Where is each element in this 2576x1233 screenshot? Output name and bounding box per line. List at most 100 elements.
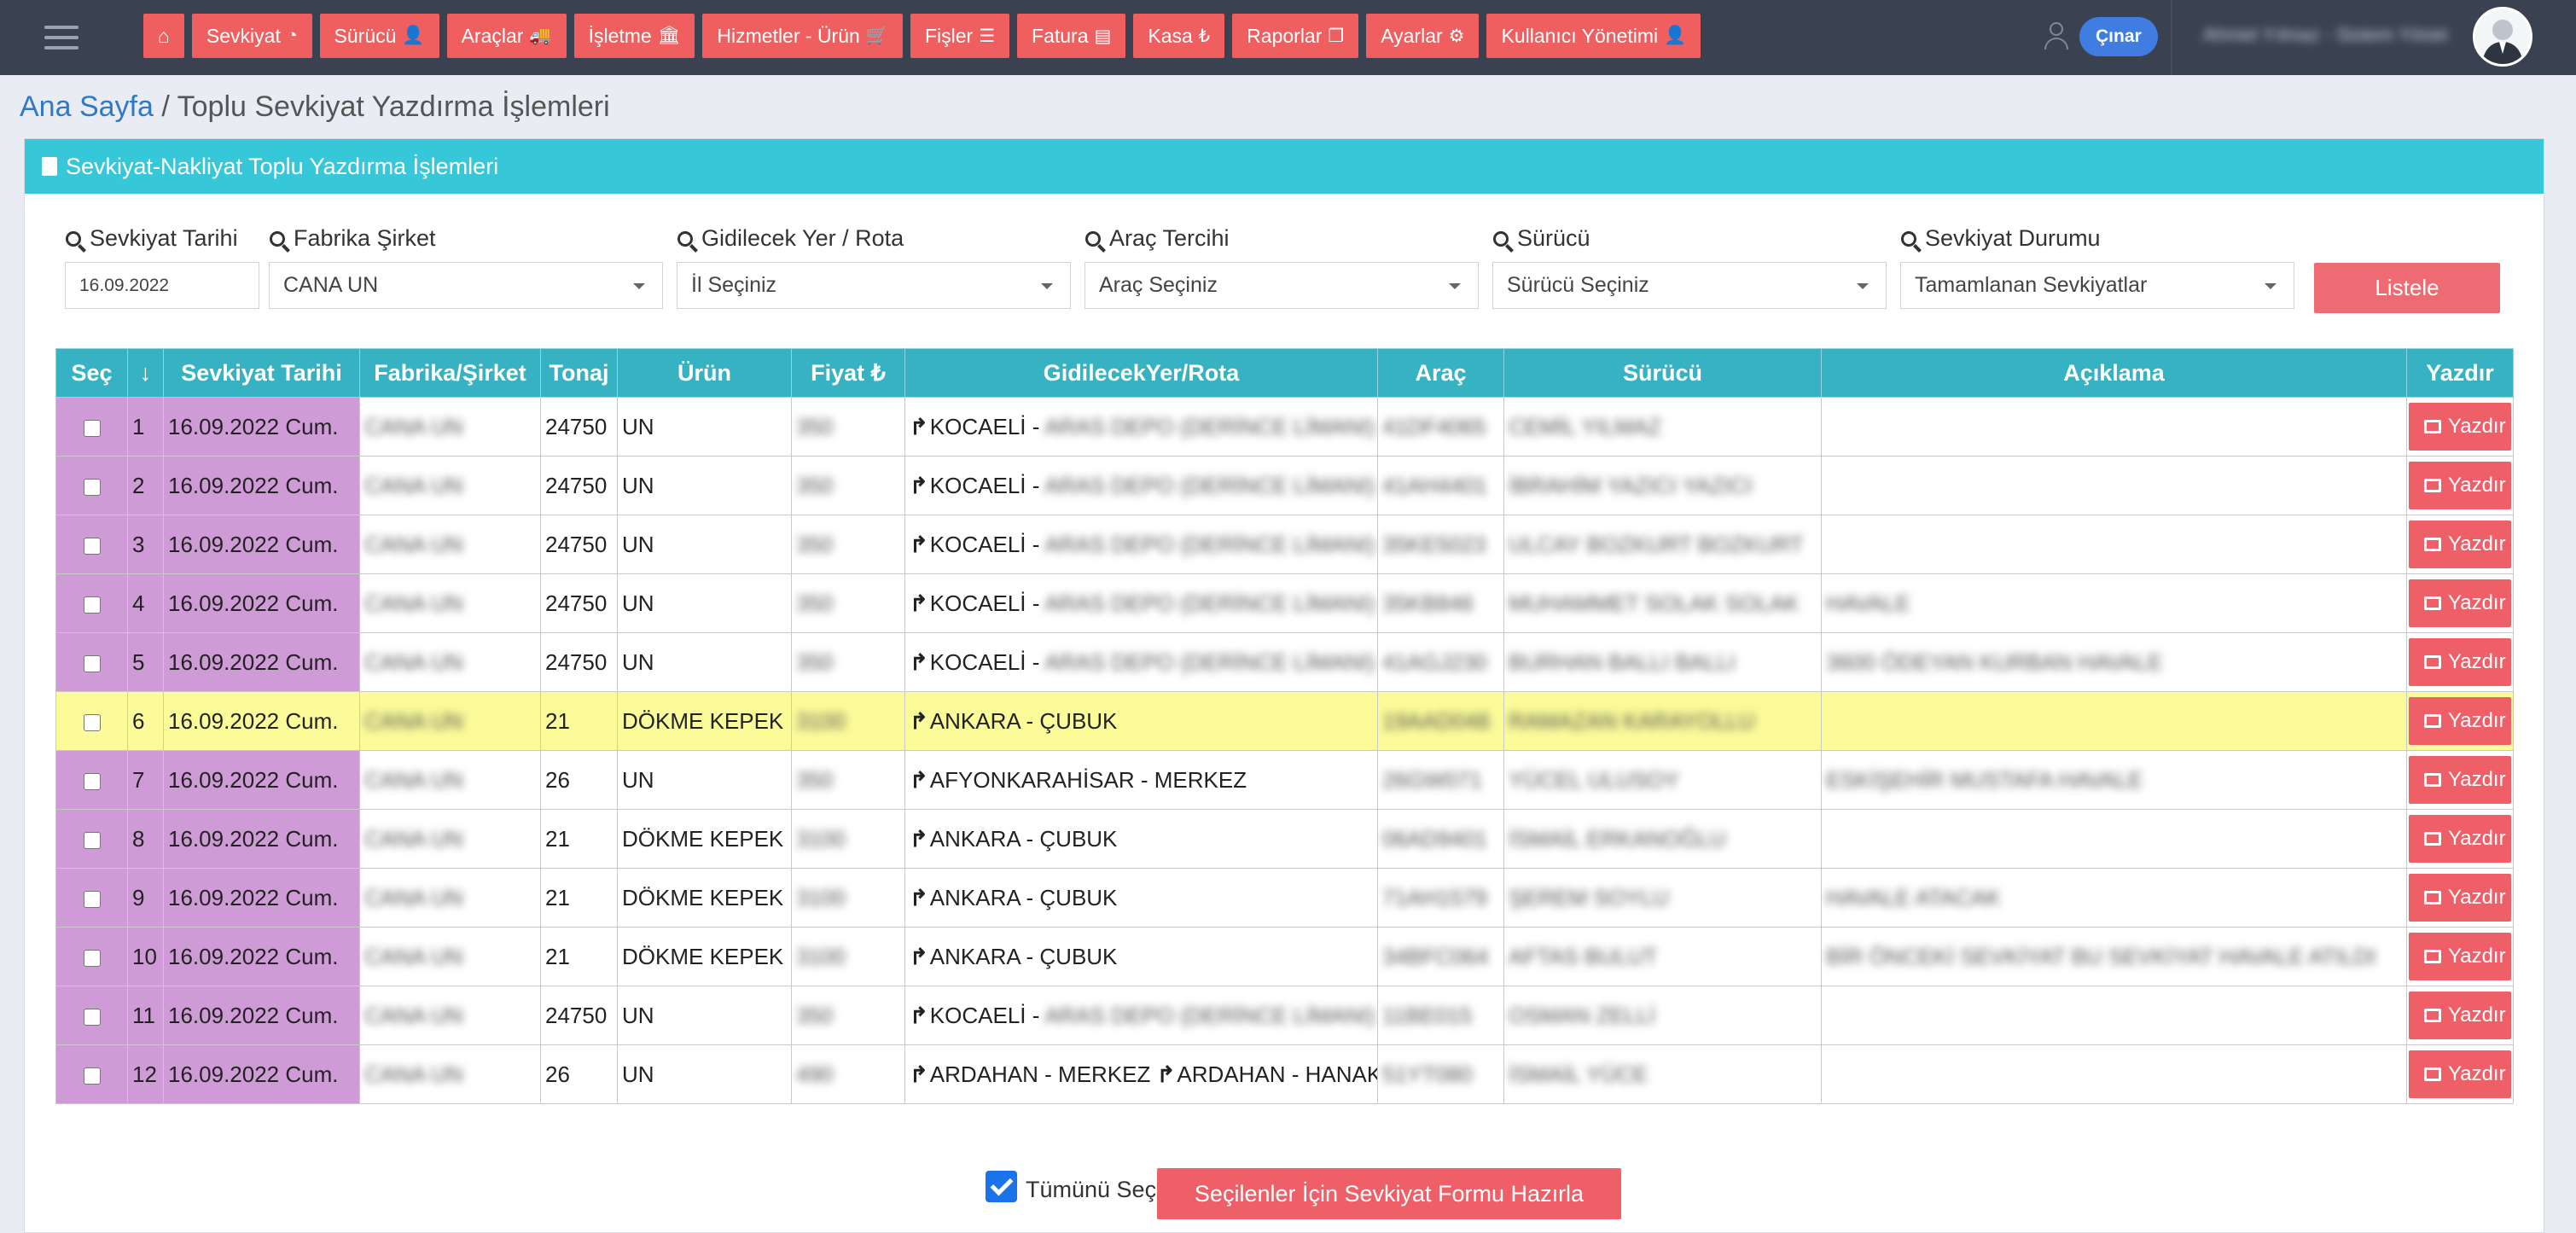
select-all-label[interactable]: Tümünü Seç: [1026, 1177, 1156, 1203]
row-checkbox[interactable]: [83, 478, 101, 496]
col-product: Ürün: [617, 348, 792, 398]
logout-button[interactable]: Çınar: [2079, 17, 2158, 56]
print-button-label: Yazdır: [2448, 474, 2506, 497]
search-icon: [1901, 230, 1916, 247]
col-print: Yazdır: [2406, 348, 2514, 398]
table-row: 3 16.09.2022 Cum. CANA UN 24750 UN 350 ↱KOCAEL…: [55, 515, 2514, 574]
chevron-down-icon: [633, 283, 645, 289]
row-checkbox[interactable]: [83, 713, 101, 731]
row-description: [1821, 691, 2407, 751]
row-checkbox[interactable]: [83, 831, 101, 849]
row-vehicle-text: 41AH4401: [1382, 472, 1487, 498]
hamburger-menu-icon[interactable]: [44, 26, 79, 51]
select-cell: [55, 868, 128, 928]
date-input[interactable]: 16.09.2022: [65, 262, 259, 309]
row-price: 350: [791, 515, 905, 574]
row-print-cell: Yazdır: [2406, 573, 2514, 633]
row-company: CANA UN: [359, 809, 541, 869]
print-button[interactable]: Yazdır: [2409, 521, 2511, 568]
row-company-text: CANA UN: [364, 766, 463, 793]
nav-items: Sevkiyat ◔ Sürücü 👤 Araçlar 🚚 İşletme 🏛 Hizmetle…: [191, 14, 1701, 58]
row-number: 6: [127, 691, 164, 751]
row-checkbox[interactable]: [83, 1067, 101, 1085]
row-checkbox[interactable]: [83, 949, 101, 967]
select-all-checkbox[interactable]: [986, 1171, 1017, 1202]
row-tonnage: 21: [540, 868, 618, 928]
row-description: [1821, 986, 2407, 1045]
nav-fişler-button[interactable]: Fişler ☰: [910, 14, 1010, 58]
print-button[interactable]: Yazdır: [2409, 403, 2511, 451]
sort-icon[interactable]: ↓: [127, 348, 164, 398]
user-profile-icon[interactable]: [2043, 22, 2070, 51]
route-text: KOCAELİ -: [929, 590, 1045, 616]
breadcrumb: Ana Sayfa / Toplu Sevkiyat Yazdırma İşle…: [20, 90, 610, 124]
row-checkbox[interactable]: [83, 890, 101, 908]
row-checkbox[interactable]: [83, 537, 101, 555]
vehicle-select[interactable]: Araç Seçiniz: [1084, 262, 1479, 309]
row-checkbox[interactable]: [83, 772, 101, 790]
nav-fatura-button[interactable]: Fatura ▤: [1017, 14, 1126, 58]
row-product: UN: [617, 397, 792, 457]
row-checkbox[interactable]: [83, 1008, 101, 1026]
print-button[interactable]: Yazdır: [2409, 462, 2511, 509]
gears-icon: ⚙: [1448, 26, 1465, 46]
print-button[interactable]: Yazdır: [2409, 579, 2511, 627]
driver-select[interactable]: Sürücü Seçiniz: [1492, 262, 1887, 309]
list-button[interactable]: Listele: [2314, 263, 2500, 313]
print-button[interactable]: Yazdır: [2409, 874, 2511, 922]
print-button[interactable]: Yazdır: [2409, 697, 2511, 745]
row-date: 16.09.2022 Cum.: [163, 456, 360, 515]
nav-kullanıcı-yönetimi-button[interactable]: Kullanıcı Yönetimi 👤: [1486, 14, 1701, 58]
print-button[interactable]: Yazdır: [2409, 992, 2511, 1039]
table-header-row: Seç ↓ Sevkiyat Tarihi Fabrika/Şirket Ton…: [55, 348, 2514, 398]
filter-status-label-text: Sevkiyat Durumu: [1925, 225, 2101, 251]
row-checkbox[interactable]: [83, 596, 101, 614]
row-company: CANA UN: [359, 868, 541, 928]
row-price-text: 350: [796, 766, 834, 793]
route-select[interactable]: İl Seçiniz: [677, 262, 1071, 309]
nav-hizmetler-ürün-button[interactable]: Hizmetler - Ürün 🛒: [702, 14, 903, 58]
row-print-cell: Yazdır: [2406, 868, 2514, 928]
share-arrow-icon: ↱: [910, 943, 928, 969]
nav-sevkiyat-button[interactable]: Sevkiyat ◔: [191, 14, 312, 58]
row-price: 350: [791, 986, 905, 1045]
print-button[interactable]: Yazdır: [2409, 756, 2511, 804]
row-price-text: 350: [796, 648, 834, 675]
row-tonnage: 26: [540, 750, 618, 810]
status-select[interactable]: Tamamlanan Sevkiyatlar: [1900, 262, 2294, 309]
prepare-form-button[interactable]: Seçilenler İçin Sevkiyat Formu Hazırla: [1157, 1168, 1621, 1219]
print-button[interactable]: Yazdır: [2409, 1050, 2511, 1098]
avatar[interactable]: [2473, 7, 2532, 67]
row-price-text: 350: [796, 472, 834, 498]
company-select[interactable]: CANA UN: [269, 262, 663, 309]
share-arrow-icon: ↱: [910, 472, 928, 498]
nav-kasa-button[interactable]: Kasa ₺: [1133, 14, 1225, 58]
col-driver: Sürücü: [1503, 348, 1822, 398]
nav-raporlar-button[interactable]: Raporlar ❐: [1232, 14, 1359, 58]
print-button[interactable]: Yazdır: [2409, 815, 2511, 863]
col-select: Seç: [55, 348, 128, 398]
vehicle-select-value: Araç Seçiniz: [1099, 273, 1218, 297]
row-product: UN: [617, 573, 792, 633]
row-checkbox[interactable]: [83, 419, 101, 437]
user-name: Ahmet Yılmaz - Sistem Yöneticisi: [2203, 24, 2449, 45]
row-vehicle-text: 35KE5023: [1382, 531, 1486, 557]
row-route: ↱KOCAELİ - ARAS DEPO (DERİNCE LİMANI): [904, 986, 1378, 1045]
print-button[interactable]: Yazdır: [2409, 638, 2511, 686]
nav-sürücü-button[interactable]: Sürücü 👤: [319, 14, 439, 58]
row-company: CANA UN: [359, 986, 541, 1045]
row-price-text: 350: [796, 413, 834, 439]
row-print-cell: Yazdır: [2406, 691, 2514, 751]
nav-i-şletme-button[interactable]: İşletme 🏛: [573, 14, 695, 58]
print-button[interactable]: Yazdır: [2409, 933, 2511, 980]
row-checkbox[interactable]: [83, 654, 101, 672]
row-vehicle-text: 19AAD048: [1382, 707, 1490, 734]
row-description: ESKİŞEHİR MUSTAFA HAVALE: [1821, 750, 2407, 810]
nav-araçlar-button[interactable]: Araçlar 🚚: [446, 14, 567, 58]
route-text-2: ARDAHAN - HANAK: [1177, 1061, 1378, 1087]
nav-home-button[interactable]: ⌂: [143, 14, 184, 58]
row-company-text: CANA UN: [364, 825, 463, 852]
nav-ayarlar-button[interactable]: Ayarlar ⚙: [1366, 14, 1480, 58]
share-arrow-icon: ↱: [1156, 1061, 1176, 1087]
breadcrumb-home-link[interactable]: Ana Sayfa: [20, 90, 154, 123]
